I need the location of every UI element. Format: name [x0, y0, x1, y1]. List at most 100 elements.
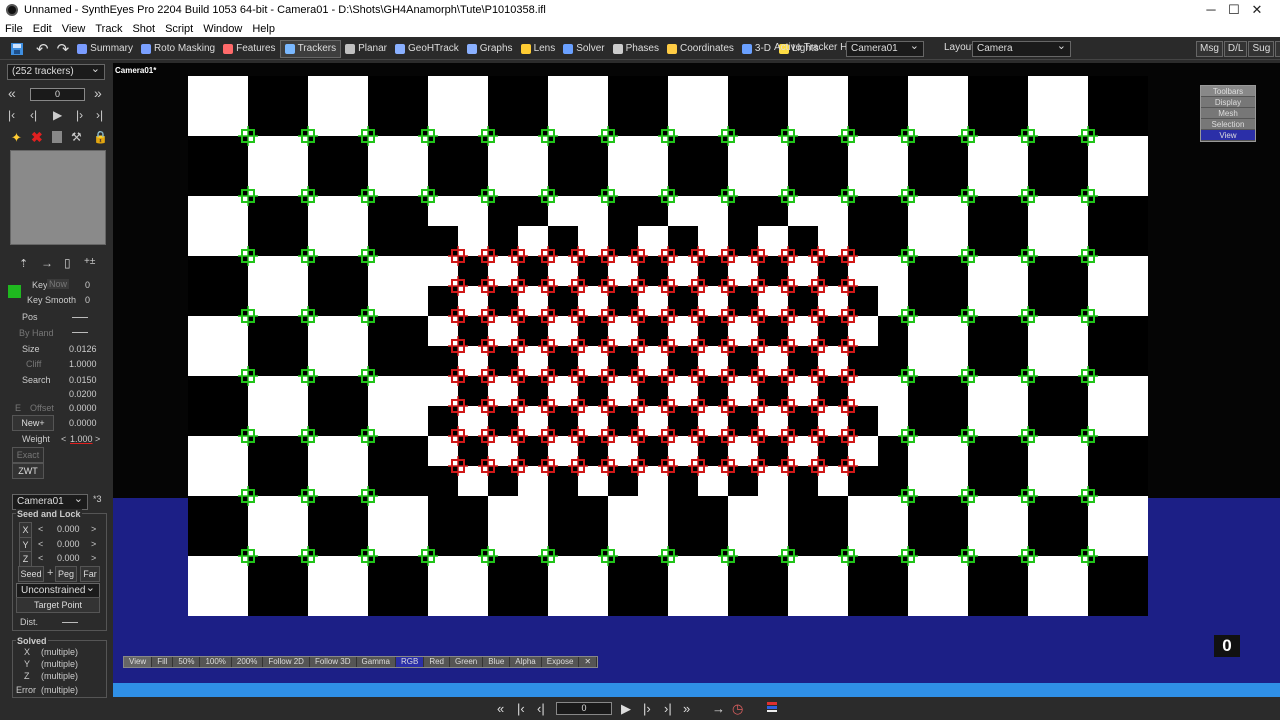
camera-viewport[interactable]: Camera01* Toolbars Display Mesh Selectio… — [113, 63, 1280, 683]
wand-icon[interactable]: ✦ — [11, 130, 22, 146]
rewind-icon[interactable]: « — [8, 85, 16, 101]
hammer-icon[interactable]: ⚒ — [71, 130, 82, 144]
z-axis-button[interactable]: Z — [19, 551, 32, 567]
y-seed-value[interactable]: 0.000 — [57, 539, 80, 549]
new-value[interactable]: 0.0000 — [69, 418, 97, 428]
timeline-bar[interactable] — [113, 683, 1280, 697]
view-bar-200-[interactable]: 200% — [231, 657, 264, 667]
view-menu-selection[interactable]: Selection — [1201, 119, 1255, 130]
color-swatch-icon[interactable] — [52, 131, 62, 143]
bottom-prev-frame-icon[interactable]: ‹| — [537, 701, 545, 716]
view-menu-display[interactable]: Display — [1201, 97, 1255, 108]
msg-button[interactable]: Msg — [1196, 41, 1223, 57]
by-hand-button[interactable]: By Hand — [19, 328, 54, 338]
view-bar-close-icon[interactable]: ✕ — [579, 657, 598, 667]
room-tab-planar[interactable]: Planar — [341, 40, 391, 58]
key-now-button[interactable]: Now — [47, 279, 70, 289]
y-decrement[interactable]: < — [38, 539, 43, 549]
z-increment[interactable]: > — [91, 553, 96, 563]
view-bar-rgb[interactable]: RGB — [395, 657, 425, 667]
bottom-frame-field[interactable]: 0 — [556, 702, 612, 715]
fast-forward-icon[interactable]: » — [94, 85, 102, 101]
menu-script[interactable]: Script — [160, 23, 198, 35]
room-tab-phases[interactable]: Phases — [609, 40, 663, 58]
exact-button[interactable]: Exact — [12, 447, 44, 463]
far-button[interactable]: Far — [80, 566, 100, 582]
cliff-button[interactable]: Cliff — [26, 359, 41, 369]
first-frame-icon[interactable]: |‹ — [8, 108, 15, 122]
room-tab-roto-masking[interactable]: Roto Masking — [137, 40, 219, 58]
key-smooth-value[interactable]: 0 — [85, 295, 90, 305]
room-tab-summary[interactable]: Summary — [73, 40, 137, 58]
last-frame-icon[interactable]: ›| — [96, 108, 103, 122]
bottom-play-icon[interactable]: ▶ — [621, 701, 631, 717]
delete-icon[interactable]: ✖ — [31, 129, 43, 146]
menu-help[interactable]: Help — [247, 23, 280, 35]
save-icon[interactable] — [0, 40, 32, 58]
menu-track[interactable]: Track — [90, 23, 127, 35]
lock-icon[interactable]: 🔒 — [93, 130, 108, 144]
y-increment[interactable]: > — [91, 539, 96, 549]
tracker-mini-view[interactable] — [10, 150, 106, 245]
view-bar-50-[interactable]: 50% — [173, 657, 201, 667]
view-menu-toolbars[interactable]: Toolbars — [1201, 86, 1255, 97]
undo-icon[interactable]: ↶ — [32, 40, 53, 58]
search-value-2[interactable]: 0.0200 — [69, 389, 97, 399]
bottom-rewind-icon[interactable]: « — [497, 701, 504, 716]
play-icon[interactable]: ▶ — [53, 108, 62, 122]
x-seed-value[interactable]: 0.000 — [57, 524, 80, 534]
room-tab-coordinates[interactable]: Coordinates — [663, 40, 738, 58]
tracker-color-swatch[interactable] — [8, 285, 21, 298]
camera-count-button[interactable]: *3 — [93, 494, 102, 504]
view-bar-red[interactable]: Red — [424, 657, 451, 667]
flag-icon[interactable] — [766, 701, 778, 716]
view-bar-view[interactable]: View — [124, 657, 153, 667]
dl-button[interactable]: D/L — [1223, 41, 1248, 57]
weight-increment[interactable]: > — [95, 434, 100, 444]
sug-button[interactable]: Sug — [1248, 41, 1275, 57]
room-tab-solver[interactable]: Solver — [559, 40, 608, 58]
room-tab-features[interactable]: Features — [219, 40, 279, 58]
bottom-first-frame-icon[interactable]: |‹ — [517, 701, 525, 716]
target-point-button[interactable]: Target Point — [16, 597, 100, 613]
e-button[interactable]: E — [15, 403, 21, 413]
new-plus-button[interactable]: New+ — [12, 415, 54, 431]
redo-icon[interactable]: ↷ — [53, 40, 74, 58]
z-seed-value[interactable]: 0.000 — [57, 553, 80, 563]
zwt-button[interactable]: ZWT — [12, 463, 44, 479]
view-bar-alpha[interactable]: Alpha — [510, 657, 542, 667]
cliff-value[interactable]: 1.0000 — [69, 359, 97, 369]
weight-decrement[interactable]: < — [61, 434, 66, 444]
room-tab-trackers[interactable]: Trackers — [279, 39, 342, 58]
menu-view[interactable]: View — [57, 23, 91, 35]
search-value-1[interactable]: 0.0150 — [69, 375, 97, 385]
seed-button[interactable]: Seed — [18, 566, 44, 582]
ia-button[interactable]: IA — [1275, 41, 1280, 57]
room-tab-3-d[interactable]: 3-D — [738, 40, 775, 58]
view-bar-follow-2d[interactable]: Follow 2D — [263, 657, 310, 667]
bottom-last-frame-icon[interactable]: ›| — [664, 701, 672, 716]
add-tracker-icon[interactable]: +± — [84, 256, 95, 267]
view-menu-mesh[interactable]: Mesh — [1201, 108, 1255, 119]
camera-select[interactable]: Camera01 — [12, 492, 88, 510]
menu-shot[interactable]: Shot — [127, 23, 160, 35]
bottom-go-arrow-icon[interactable]: → — [712, 701, 725, 716]
offset-value[interactable]: 0.0000 — [69, 403, 97, 413]
next-frame-icon[interactable]: |› — [76, 108, 83, 122]
tracker-host-select[interactable]: Camera01 — [846, 39, 924, 57]
view-bar-expose[interactable]: Expose — [541, 657, 580, 667]
prev-frame-icon[interactable]: ‹| — [30, 108, 37, 122]
view-bar-fill[interactable]: Fill — [152, 657, 174, 667]
room-tab-geohtrack[interactable]: GeoHTrack — [391, 40, 463, 58]
clock-icon[interactable]: ◷ — [732, 701, 743, 717]
frame-field[interactable]: 0 — [30, 88, 85, 101]
view-bar-gamma[interactable]: Gamma — [356, 657, 396, 667]
checkerboard-image[interactable] — [188, 76, 1148, 616]
bottom-fast-forward-icon[interactable]: » — [683, 701, 690, 716]
view-bar-blue[interactable]: Blue — [483, 657, 511, 667]
peg-button[interactable]: Peg — [55, 566, 77, 582]
tracker-list-select[interactable]: (252 trackers) — [7, 62, 105, 80]
view-bar-100-[interactable]: 100% — [200, 657, 232, 667]
menu-edit[interactable]: Edit — [28, 23, 57, 35]
x-axis-button[interactable]: X — [19, 522, 32, 538]
